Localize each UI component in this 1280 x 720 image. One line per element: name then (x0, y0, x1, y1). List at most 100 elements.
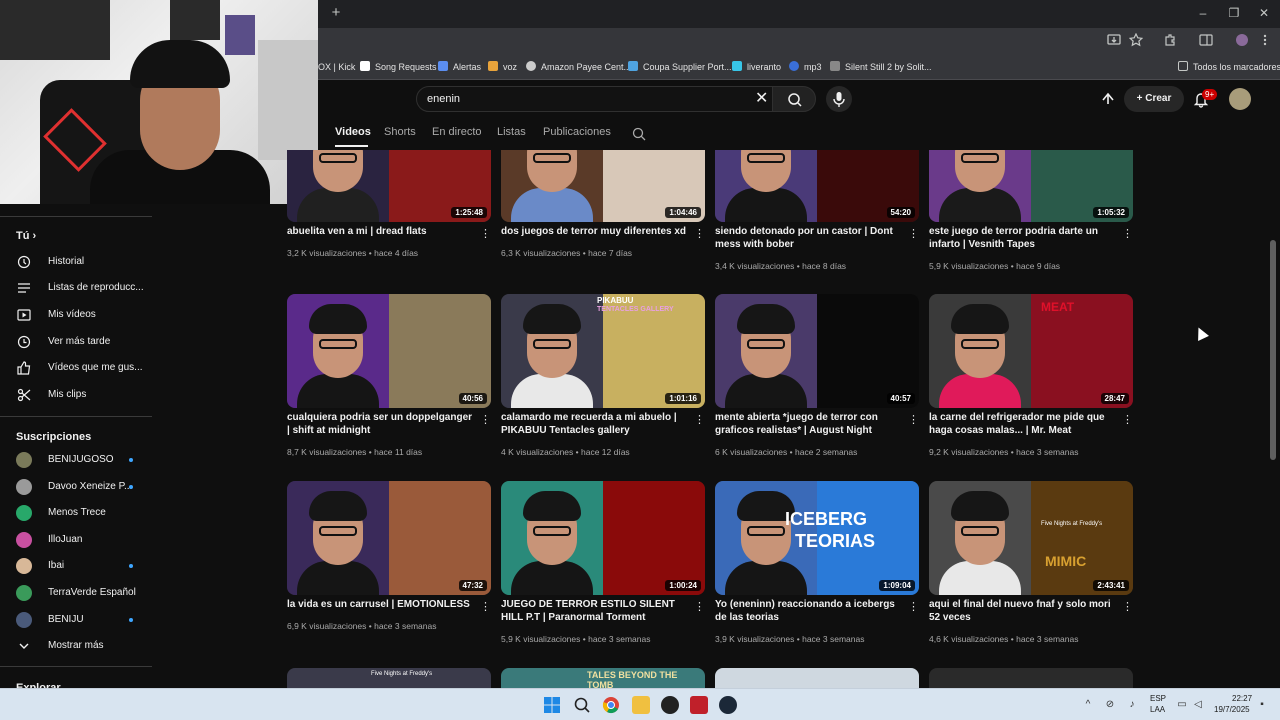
video-title[interactable]: calamardo me recuerda a mi abuelo | PIKA… (501, 411, 691, 437)
video-card[interactable]: ICEBERG TEORIAS 1:09:04 Yo (eneninn) reacci… (715, 481, 919, 661)
video-thumbnail[interactable]: 40:56 (287, 294, 491, 408)
bookmark-item[interactable]: Amazon Payee Cent... (526, 60, 631, 74)
clock-time[interactable]: 22:27 (1232, 694, 1252, 703)
subscription-davoo[interactable]: Davoo Xeneize P... (0, 475, 152, 499)
video-card[interactable]: 1:04:46 dos juegos de terror muy diferent… (501, 108, 705, 288)
video-thumbnail[interactable] (715, 668, 919, 688)
video-thumbnail[interactable]: TALES BEYOND THE TOMB (501, 668, 705, 688)
subscription-terraverde[interactable]: TerraVerde Español (0, 581, 152, 605)
video-thumbnail[interactable]: 1:00:24 (501, 481, 705, 595)
video-thumbnail[interactable]: 54:20 (715, 150, 919, 222)
sidebar-item-my-videos[interactable]: Mis vídeos (0, 303, 152, 327)
video-title[interactable]: este juego de terror podria darte un inf… (929, 225, 1119, 251)
volume-icon[interactable]: ◁ (1192, 699, 1204, 711)
taskbar-search-icon[interactable] (573, 696, 591, 714)
microphone-tray-icon[interactable]: ♪ (1126, 699, 1138, 711)
subscription-illojuan[interactable]: IlloJuan (0, 528, 152, 552)
video-card[interactable]: 1:25:48 abuelita ven a mi | dread flats 3,… (287, 108, 491, 288)
input-layout[interactable]: LAA (1150, 705, 1165, 714)
upload-icon[interactable] (1100, 91, 1116, 107)
subscriptions-header[interactable]: Suscripciones (16, 431, 91, 443)
more-options-icon[interactable]: ⋮ (1122, 414, 1133, 426)
more-options-icon[interactable]: ⋮ (908, 414, 919, 426)
video-card[interactable]: PIKABUU TENTACLES GALLERY 1:01:16 calamardo… (501, 294, 705, 474)
more-options-icon[interactable]: ⋮ (908, 601, 919, 613)
minimize-button[interactable]: – (1188, 4, 1218, 22)
bookmark-item[interactable]: Silent Still 2 by Solit... (830, 60, 932, 74)
more-options-icon[interactable]: ⋮ (694, 601, 705, 613)
video-thumbnail[interactable]: MEAT 28:47 (929, 294, 1133, 408)
network-off-icon[interactable]: ⊘ (1104, 699, 1116, 711)
steam-icon[interactable] (719, 696, 737, 714)
clear-search-icon[interactable]: ✕ (755, 90, 768, 108)
video-thumbnail[interactable]: PIKABUU TENTACLES GALLERY 1:01:16 (501, 294, 705, 408)
subscription-beniju[interactable]: BENIJU (0, 608, 152, 632)
account-avatar[interactable] (1229, 88, 1251, 110)
video-thumbnail[interactable]: 1:25:48 (287, 150, 491, 222)
create-button[interactable]: + Crear (1124, 86, 1184, 112)
video-card[interactable]: Five Nights at Freddy's MIMIC 2:43:41 aqui … (929, 481, 1133, 661)
video-title[interactable]: dos juegos de terror muy diferentes xd (501, 225, 691, 238)
video-card[interactable]: 54:20 siendo detonado por un castor | Don… (715, 108, 919, 288)
video-title[interactable]: cualquiera podria ser un doppelganger | … (287, 411, 477, 437)
video-card[interactable]: 40:56 cualquiera podria ser un doppelgang… (287, 294, 491, 474)
more-options-icon[interactable]: ⋮ (480, 228, 491, 240)
sidebar-item-liked-videos[interactable]: Vídeos que me gus... (0, 356, 152, 380)
input-language[interactable]: ESP (1150, 694, 1166, 703)
extensions-icon[interactable] (1162, 33, 1178, 49)
restore-button[interactable]: ❐ (1219, 4, 1249, 22)
more-options-icon[interactable]: ⋮ (694, 414, 705, 426)
bookmark-item[interactable]: mp3 (789, 60, 822, 74)
video-title[interactable]: Yo (eneninn) reaccionando a icebergs de … (715, 598, 905, 624)
bookmark-item[interactable]: Coupa Supplier Port... (628, 60, 732, 74)
video-title[interactable]: siendo detonado por un castor | Dont mes… (715, 225, 905, 251)
video-title[interactable]: JUEGO DE TERROR ESTILO SILENT HILL P.T |… (501, 598, 691, 624)
bookmark-item[interactable]: voz (488, 60, 517, 74)
video-card[interactable]: 40:57 mente abierta *juego de terror con … (715, 294, 919, 474)
clock-date[interactable]: 19/7/2025 (1214, 705, 1250, 714)
more-options-icon[interactable]: ⋮ (694, 228, 705, 240)
page-scrollbar[interactable] (1270, 240, 1276, 460)
more-options-icon[interactable]: ⋮ (1122, 228, 1133, 240)
more-options-icon[interactable]: ⋮ (480, 414, 491, 426)
video-thumbnail[interactable]: Five Nights at Freddy's MIMIC 2:43:41 (929, 481, 1133, 595)
browser-menu-icon[interactable] (1257, 33, 1273, 49)
sidebar-item-watch-later[interactable]: Ver más tarde (0, 330, 152, 354)
bookmark-star-icon[interactable] (1128, 32, 1144, 49)
bookmark-item[interactable]: liveranto (732, 60, 781, 74)
side-panel-icon[interactable] (1198, 33, 1214, 49)
video-title[interactable]: la carne del refrigerador me pide que ha… (929, 411, 1119, 437)
video-thumbnail[interactable]: 47:32 (287, 481, 491, 595)
show-more-button[interactable]: Mostrar más (0, 634, 152, 658)
video-title[interactable]: la vida es un carrusel | EMOTIONLESS (287, 598, 477, 611)
more-options-icon[interactable]: ⋮ (1122, 601, 1133, 613)
video-thumbnail[interactable]: Five Nights at Freddy's (287, 668, 491, 688)
network-icon[interactable]: ▭ (1176, 699, 1188, 711)
subscription-benijugoso[interactable]: BENIJUGOSO (0, 448, 152, 472)
video-thumbnail[interactable]: 1:05:32 (929, 150, 1133, 222)
sidebar-you-header[interactable]: Tú › (16, 230, 36, 242)
subscription-menos-trece[interactable]: Menos Trece (0, 501, 152, 525)
sidebar-item-clips[interactable]: Mis clips (0, 383, 152, 407)
subscription-ibai[interactable]: Ibai (0, 554, 152, 578)
video-card[interactable]: 1:05:32 este juego de terror podria darte… (929, 108, 1133, 288)
more-options-icon[interactable]: ⋮ (480, 601, 491, 613)
video-card[interactable]: MEAT 28:47 la carne del refrigerador me pi… (929, 294, 1133, 474)
notification-center-icon[interactable]: ▪ (1256, 699, 1268, 711)
app-icon[interactable] (690, 696, 708, 714)
bookmark-item[interactable]: Song Requests (360, 60, 437, 74)
video-title[interactable]: mente abierta *juego de terror con grafi… (715, 411, 905, 437)
video-thumbnail[interactable]: 1:04:46 (501, 150, 705, 222)
video-thumbnail[interactable]: 40:57 (715, 294, 919, 408)
profile-icon[interactable] (1234, 33, 1250, 49)
windows-start-icon[interactable] (543, 696, 561, 714)
show-hidden-icons-icon[interactable]: ^ (1082, 699, 1094, 711)
file-explorer-icon[interactable] (632, 696, 650, 714)
video-card[interactable]: 47:32 la vida es un carrusel | EMOTIONLES… (287, 481, 491, 661)
video-title[interactable]: aqui el final del nuevo fnaf y solo mori… (929, 598, 1119, 624)
obs-icon[interactable] (661, 696, 679, 714)
all-bookmarks-folder[interactable]: Todos los marcadores (1178, 60, 1280, 74)
new-tab-button[interactable]: + (328, 5, 344, 21)
sidebar-item-playlists[interactable]: Listas de reproducc... (0, 276, 152, 300)
video-title[interactable]: abuelita ven a mi | dread flats (287, 225, 477, 238)
